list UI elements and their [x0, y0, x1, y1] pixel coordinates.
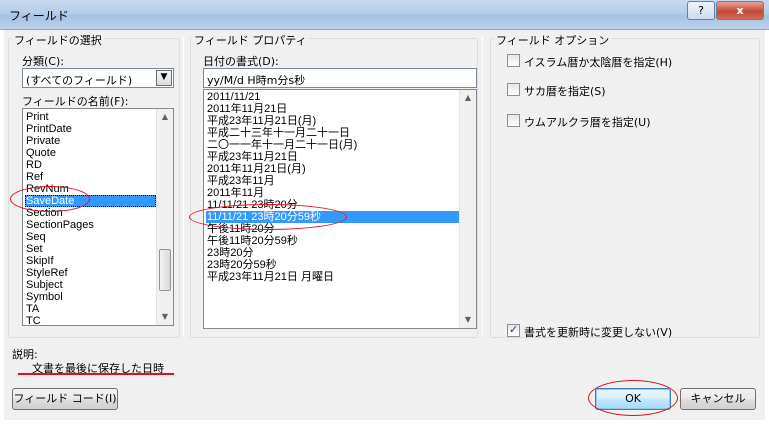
chevron-down-icon[interactable]: ▼ [156, 70, 172, 86]
date-format-item[interactable]: 平成23年11月 [206, 175, 459, 187]
date-formats-list[interactable]: 2011/11/21 2011年11月21日 平成23年11月21日(月) 平成二十三… [203, 89, 477, 329]
date-format-item[interactable]: 2011年11月21日 [206, 103, 459, 115]
scroll-thumb[interactable] [159, 249, 171, 291]
date-format-label: 日付の書式(D): [203, 55, 279, 68]
date-format-item[interactable]: 平成23年11月21日 [206, 151, 459, 163]
date-formats-items: 2011/11/21 2011年11月21日 平成23年11月21日(月) 平成二十三… [206, 91, 459, 283]
field-name-item[interactable]: Seq [25, 231, 156, 243]
field-name-item[interactable]: RevNum [25, 183, 156, 195]
scroll-up-icon[interactable]: ▲ [460, 90, 476, 106]
field-name-item[interactable]: TA [25, 303, 156, 315]
field-name-item[interactable]: PrintDate [25, 123, 156, 135]
date-formats-scrollbar[interactable]: ▲ ▼ [459, 90, 476, 328]
scroll-up-icon[interactable]: ▲ [157, 109, 173, 125]
date-format-item[interactable]: 2011年11月 [206, 187, 459, 199]
checkbox-box[interactable] [507, 54, 520, 67]
field-name-item[interactable]: TC [25, 315, 156, 325]
checkbox-box[interactable] [507, 114, 520, 127]
ok-button[interactable]: OK [595, 388, 671, 410]
date-format-item[interactable]: 11/11/21 23時20分59秒 [206, 211, 459, 223]
date-format-item[interactable]: 2011/11/21 [206, 91, 459, 103]
date-format-item[interactable]: 23時20分59秒 [206, 259, 459, 271]
field-name-item[interactable]: Symbol [25, 291, 156, 303]
scroll-down-icon[interactable]: ▼ [157, 309, 173, 325]
field-name-item[interactable]: Private [25, 135, 156, 147]
checkbox-label: サカ暦を指定(S) [524, 85, 606, 98]
field-options-title: フィールド オプション [494, 32, 612, 48]
date-format-item[interactable]: 平成23年11月21日(月) [206, 115, 459, 127]
scroll-down-icon[interactable]: ▼ [460, 312, 476, 328]
field-name-item[interactable]: RD [25, 159, 156, 171]
separator-1 [183, 36, 184, 336]
field-name-item[interactable]: Quote [25, 147, 156, 159]
date-format-item[interactable]: 23時20分 [206, 247, 459, 259]
title-bar: フィールド ? x [0, 0, 769, 30]
checkbox-label: 書式を更新時に変更しない(V) [524, 326, 673, 339]
field-name-item[interactable]: SectionPages [25, 219, 156, 231]
separator-2 [482, 36, 483, 336]
checkbox-box[interactable] [507, 83, 520, 96]
date-format-item[interactable]: 11/11/21 23時20分 [206, 199, 459, 211]
category-select[interactable]: (すべてのフィールド) ▼ [22, 68, 174, 88]
field-names-label: フィールドの名前(F): [22, 95, 129, 108]
field-name-item[interactable]: StyleRef [25, 267, 156, 279]
field-names-list[interactable]: Print PrintDate Private Quote RD Ref RevNum Sav… [22, 108, 174, 326]
field-name-item[interactable]: Subject [25, 279, 156, 291]
field-name-item[interactable]: Ref [25, 171, 156, 183]
annotation-description-underline [18, 373, 174, 375]
field-select-title: フィールドの選択 [12, 32, 104, 48]
date-format-item[interactable]: 午後11時20分 [206, 223, 459, 235]
field-names-scrollbar[interactable]: ▲ ▼ [156, 109, 173, 325]
window-title: フィールド [9, 9, 69, 23]
field-name-item[interactable]: Section [25, 207, 156, 219]
field-names-items: Print PrintDate Private Quote RD Ref RevNum Sav… [25, 111, 156, 325]
field-name-item[interactable]: SaveDate [25, 195, 156, 207]
field-name-item[interactable]: SkipIf [25, 255, 156, 267]
category-label: 分類(C): [22, 55, 64, 68]
date-format-item[interactable]: 2011年11月21日(月) [206, 163, 459, 175]
date-format-item[interactable]: 平成二十三年十一月二十一日 [206, 127, 459, 139]
close-button[interactable]: x [716, 1, 764, 20]
dialog-body: フィールドの選択 分類(C): (すべてのフィールド) ▼ フィールドの名前(F… [4, 30, 765, 420]
field-name-item[interactable]: Print [25, 111, 156, 123]
field-props-title: フィールド プロパティ [192, 32, 309, 48]
checkbox-box[interactable] [507, 323, 520, 337]
checkbox-label: イスラム暦か太陰暦を指定(H) [524, 56, 673, 69]
date-format-item[interactable]: 平成23年11月21日 月曜日 [206, 271, 459, 283]
help-button[interactable]: ? [687, 1, 715, 20]
category-value: (すべてのフィールド) [26, 74, 133, 87]
checkbox-label: ウムアルクラ暦を指定(U) [524, 116, 651, 129]
cancel-button[interactable]: キャンセル [680, 388, 756, 410]
field-codes-button[interactable]: フィールド コード(I) [12, 388, 118, 410]
date-format-item[interactable]: 午後11時20分59秒 [206, 235, 459, 247]
field-name-item[interactable]: Set [25, 243, 156, 255]
date-format-item[interactable]: 二〇一一年十一月二十一日(月) [206, 139, 459, 151]
date-format-input[interactable]: yy/M/d H時m分s秒 [203, 68, 477, 88]
